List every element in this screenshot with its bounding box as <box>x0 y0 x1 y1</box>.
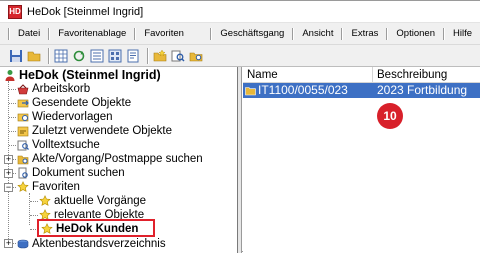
tree-item-label: aktuelle Vorgänge <box>54 195 147 207</box>
tree-item-aktenbestandsverzeichnis[interactable]: Aktenbestandsverzeichnis <box>17 237 166 251</box>
file-search-icon <box>17 153 29 165</box>
star-icon <box>39 195 51 207</box>
collapse-toggle[interactable]: − <box>4 183 13 192</box>
open-folder-icon[interactable] <box>26 48 42 64</box>
document-search-icon <box>17 167 29 179</box>
panel-splitter[interactable] <box>238 67 242 253</box>
star-icon <box>17 181 29 193</box>
tree-item-gesendete-objekte[interactable]: Gesendete Objekte <box>17 96 131 110</box>
highlight-frame <box>37 219 155 237</box>
column-header-beschreibung[interactable]: Beschreibung <box>373 67 480 83</box>
tree-item-aktuelle-vorgaenge[interactable]: aktuelle Vorgänge <box>39 194 146 208</box>
toolbar-separator <box>147 47 148 64</box>
tree-item-label: Aktenbestandsverzeichnis <box>32 238 166 250</box>
menu-hilfe[interactable]: Hilfe <box>442 26 480 42</box>
list-row-selected[interactable]: IT1100/0055/023 2023 Fortbildung <box>243 83 480 98</box>
column-header-name[interactable]: Name <box>243 67 373 83</box>
tree-item-volltextsuche[interactable]: Volltextsuche <box>17 138 100 152</box>
recent-icon <box>17 125 29 137</box>
expand-toggle[interactable]: + <box>4 239 13 248</box>
menu-favoritenablage[interactable]: Favoritenablage <box>48 26 134 42</box>
tree-item-label: Wiedervorlagen <box>32 111 113 123</box>
menu-ansicht[interactable]: Ansicht <box>292 26 341 42</box>
tree-item-label: Favoriten <box>32 181 80 193</box>
menu-extras[interactable]: Extras <box>341 26 386 42</box>
menu-datei[interactable]: Datei <box>8 26 48 42</box>
archive-icon <box>17 238 29 250</box>
tree-root[interactable]: HeDok (Steinmel Ingrid) <box>4 68 161 82</box>
menu-bar: Datei Favoritenablage Favoriten bearbeit… <box>0 23 480 55</box>
user-icon <box>4 69 16 81</box>
fulltext-search-icon <box>17 139 29 151</box>
tree-item-dokument-suchen[interactable]: Dokument suchen <box>17 166 125 180</box>
toolbar <box>0 45 480 67</box>
object-list: Name Beschreibung IT1100/0055/023 2023 F… <box>243 67 480 253</box>
list-header: Name Beschreibung <box>243 67 480 83</box>
tree-item-wiedervorlagen[interactable]: Wiedervorlagen <box>17 110 113 124</box>
row-name: IT1100/0055/023 <box>258 83 348 97</box>
save-icon[interactable] <box>8 48 24 64</box>
resubmission-icon <box>17 111 29 123</box>
tree-item-zuletzt-verwendete-objekte[interactable]: Zuletzt verwendete Objekte <box>17 124 172 138</box>
basket-icon <box>17 83 29 95</box>
app-icon: HD <box>8 4 22 19</box>
menu-optionen[interactable]: Optionen <box>386 26 443 42</box>
tree-connector <box>29 193 30 225</box>
menu-favoriten-bearbeiten[interactable]: Favoriten bearbeiten <box>134 26 210 55</box>
expand-toggle[interactable]: + <box>4 169 13 178</box>
toolbar-separator <box>48 47 49 64</box>
search-folder-icon[interactable] <box>188 48 204 64</box>
refresh-icon[interactable] <box>71 48 87 64</box>
app-window: HD HeDok [Steinmel Ingrid] Datei Favorit… <box>0 0 480 253</box>
title-bar: HD HeDok [Steinmel Ingrid] <box>0 1 480 23</box>
tree-item-favoriten[interactable]: Favoriten <box>17 180 80 194</box>
sent-icon <box>17 97 29 109</box>
list-view-icon[interactable] <box>107 48 123 64</box>
properties-icon[interactable] <box>125 48 141 64</box>
tree-item-label: Dokument suchen <box>32 167 125 179</box>
tree-item-arbeitskorb[interactable]: Arbeitskorb <box>17 82 90 96</box>
tree-item-label: Akte/Vorgang/Postmappe suchen <box>32 153 203 165</box>
expand-toggle[interactable]: + <box>4 155 13 164</box>
step-badge: 10 <box>377 103 403 129</box>
list-cell-name: IT1100/0055/023 <box>243 83 373 98</box>
tree-item-akte-suchen[interactable]: Akte/Vorgang/Postmappe suchen <box>17 152 203 166</box>
tree-item-label: Arbeitskorb <box>32 83 91 95</box>
folder-star-icon[interactable] <box>152 48 168 64</box>
window-title: HeDok [Steinmel Ingrid] <box>27 5 144 18</box>
grid-view-icon[interactable] <box>53 48 69 64</box>
details-view-icon[interactable] <box>89 48 105 64</box>
tree-item-label: Volltextsuche <box>32 139 100 151</box>
folder-icon <box>245 85 256 96</box>
tree-root-label: HeDok (Steinmel Ingrid) <box>19 68 161 82</box>
tree-item-label: Zuletzt verwendete Objekte <box>32 125 172 137</box>
menu-geschaeftsgang[interactable]: Geschäftsgang <box>210 26 292 42</box>
list-cell-beschreibung: 2023 Fortbildung <box>377 83 468 97</box>
tree-item-label: Gesendete Objekte <box>32 97 132 109</box>
search-documents-icon[interactable] <box>170 48 186 64</box>
